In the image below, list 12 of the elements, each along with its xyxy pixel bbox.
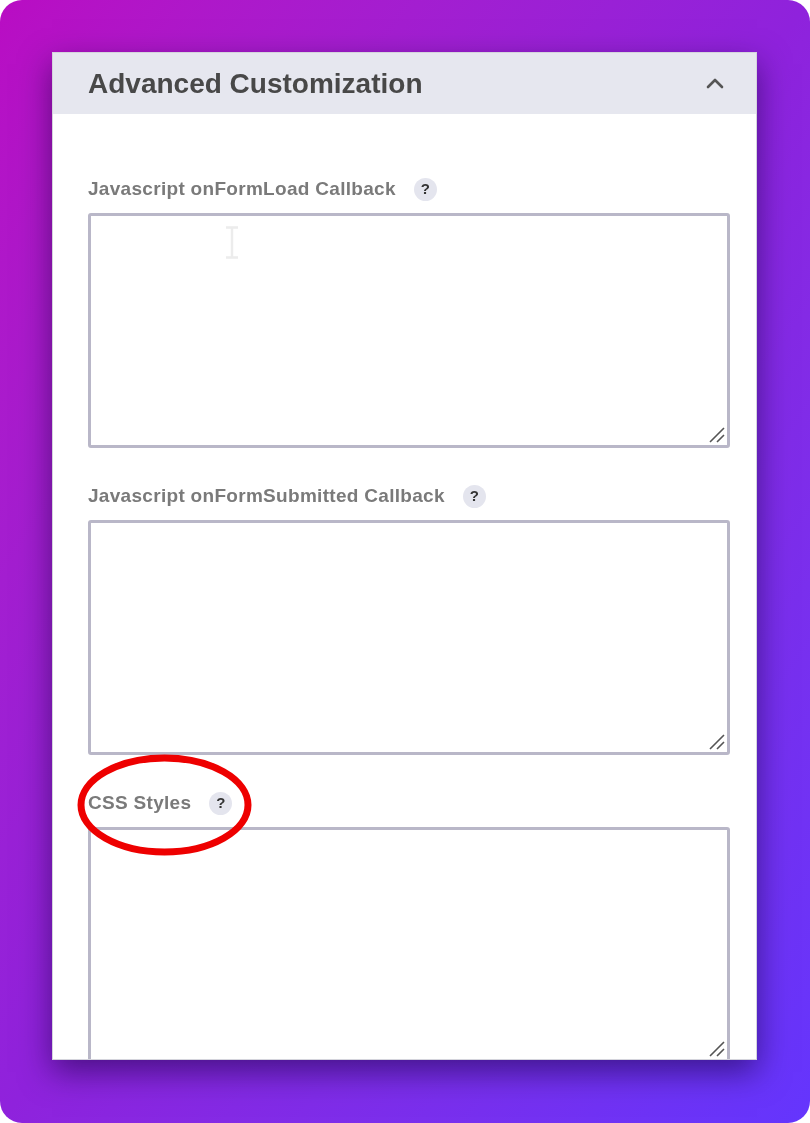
- field-label: CSS Styles: [88, 790, 192, 815]
- resize-handle-icon[interactable]: [709, 427, 725, 443]
- help-button[interactable]: ?: [209, 791, 233, 815]
- help-button[interactable]: ?: [413, 177, 437, 201]
- panel-title: Advanced Customization: [88, 66, 423, 101]
- panel-header[interactable]: Advanced Customization: [53, 53, 756, 114]
- resize-handle-icon[interactable]: [709, 734, 725, 750]
- help-button[interactable]: ?: [462, 484, 486, 508]
- resize-handle-icon[interactable]: [709, 1041, 725, 1057]
- field-label: Javascript onFormSubmitted Callback: [88, 483, 445, 508]
- chevron-up-icon[interactable]: [706, 78, 724, 89]
- field-label: Javascript onFormLoad Callback: [88, 176, 396, 201]
